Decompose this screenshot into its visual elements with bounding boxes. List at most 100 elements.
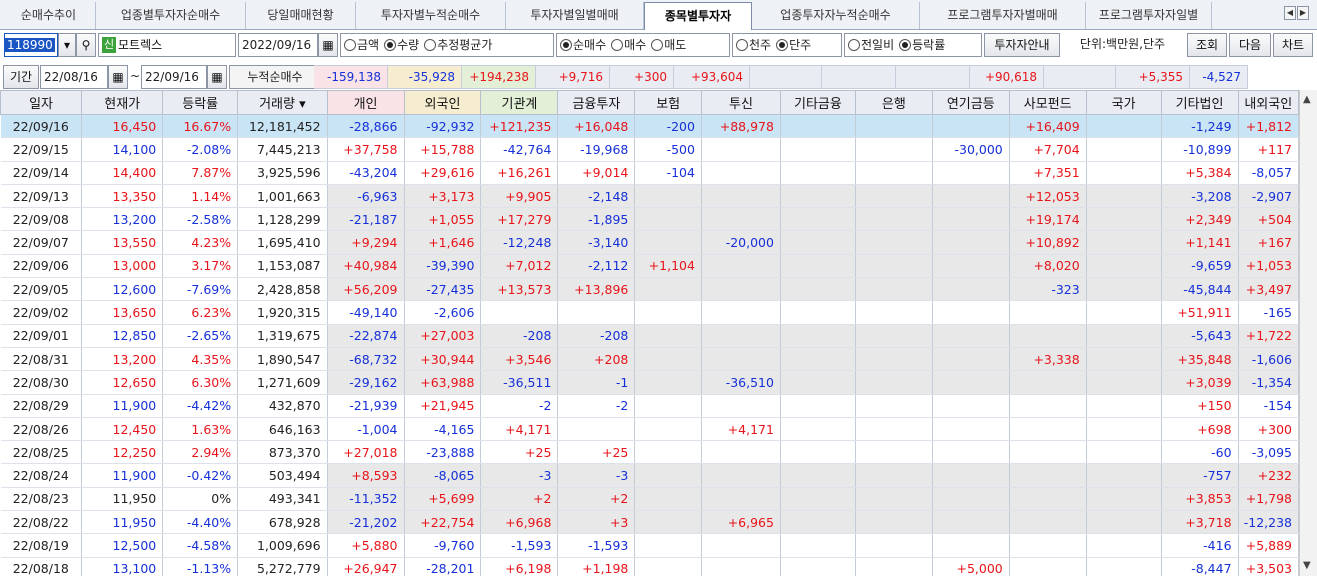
- column-header[interactable]: 기타금융: [779, 90, 856, 115]
- query-button[interactable]: 조회: [1187, 33, 1227, 57]
- tab-0[interactable]: 순매수추이: [2, 2, 96, 29]
- table-row[interactable]: 22/08/22 11,950 -4.40% 678,928 -21,202 +22,75…: [0, 510, 1300, 535]
- table-cell: [932, 230, 1010, 255]
- column-header[interactable]: 연기금등: [931, 90, 1010, 115]
- column-header[interactable]: 기타법인: [1160, 90, 1239, 115]
- column-header[interactable]: 기관계: [480, 90, 559, 115]
- calendar-icon[interactable]: ▦: [108, 65, 128, 89]
- column-header[interactable]: 보험: [634, 90, 702, 115]
- table-cell: [855, 510, 933, 535]
- column-header[interactable]: 국가: [1085, 90, 1162, 115]
- column-header[interactable]: 은행: [854, 90, 933, 115]
- column-header[interactable]: 일자: [0, 90, 83, 115]
- table-row[interactable]: 22/09/02 13,650 6.23% 1,920,315 -49,140 -2,60…: [0, 300, 1300, 325]
- calendar-button[interactable]: ▦: [318, 33, 338, 57]
- radio-group4-0[interactable]: [848, 39, 860, 51]
- table-cell: 22/09/16: [0, 114, 83, 139]
- search-button[interactable]: ⚲: [76, 33, 96, 57]
- table-cell: [855, 254, 933, 279]
- code-dropdown-button[interactable]: ▾: [58, 33, 76, 57]
- tab-6[interactable]: 업종투자자누적순매수: [752, 2, 920, 29]
- radio-group1-2[interactable]: [424, 39, 437, 51]
- column-header[interactable]: 투신: [700, 90, 781, 115]
- column-header[interactable]: 거래량 ▾: [237, 90, 328, 115]
- scroll-up-icon[interactable]: ▲: [1303, 94, 1311, 105]
- date-input[interactable]: 2022/09/16: [238, 33, 318, 57]
- table-cell: [780, 184, 856, 209]
- column-header[interactable]: 사모펀드: [1008, 90, 1087, 115]
- table-cell: [855, 533, 933, 558]
- table-row[interactable]: 22/08/24 11,900 -0.42% 503,494 +8,593 -8,065-…: [0, 463, 1300, 488]
- table-cell: [701, 487, 781, 512]
- stock-code-input[interactable]: 118990: [4, 33, 58, 57]
- chart-button[interactable]: 차트: [1273, 33, 1313, 57]
- table-cell: -3,208: [1161, 184, 1239, 209]
- tab-bar: 순매수추이 업종별투자자순매수 당일매매현황 투자자별누적순매수 투자자별일별매매 종목별…: [0, 0, 1317, 31]
- table-cell: [701, 440, 781, 465]
- table-cell: [855, 557, 933, 576]
- scroll-down-icon[interactable]: ▼: [1303, 560, 1311, 571]
- vertical-scrollbar[interactable]: ▲ ▼: [1299, 90, 1317, 576]
- table-row[interactable]: 22/09/05 12,600 -7.69% 2,428,858 +56,209 -27,…: [0, 277, 1300, 302]
- table-cell: +7,704: [1009, 137, 1087, 162]
- tab-5[interactable]: 종목별투자자: [644, 2, 752, 31]
- column-header[interactable]: 내외국인: [1237, 90, 1300, 115]
- table-cell: -42,764: [480, 137, 559, 162]
- table-row[interactable]: 22/09/07 13,550 4.23% 1,695,410 +9,294 +1,646…: [0, 230, 1300, 255]
- table-row[interactable]: 22/09/08 13,200 -2.58% 1,128,299 -21,187 +1,0…: [0, 207, 1300, 232]
- tab-3[interactable]: 투자자별누적순매수: [356, 2, 506, 29]
- column-header[interactable]: 등락률: [162, 90, 239, 115]
- table-row[interactable]: 22/09/14 14,400 7.87% 3,925,596 -43,204 +29,6…: [0, 161, 1300, 185]
- radio-group2-2[interactable]: [651, 39, 664, 51]
- radio-group1-0[interactable]: [344, 39, 356, 51]
- table-row[interactable]: 22/09/13 13,350 1.14% 1,001,663 -6,963 +3,173…: [0, 184, 1300, 209]
- table-row[interactable]: 22/09/15 14,100 -2.08% 7,445,213 +37,758 +15,…: [0, 137, 1300, 162]
- table-row[interactable]: 22/09/06 13,000 3.17% 1,153,087 +40,984 -39,3…: [0, 254, 1300, 279]
- table-cell: 5,272,779: [237, 557, 328, 576]
- column-header[interactable]: 외국인: [403, 90, 482, 115]
- tab-8[interactable]: 프로그램투자자일별: [1086, 2, 1212, 29]
- calendar-icon[interactable]: ▦: [207, 65, 227, 89]
- tab-2[interactable]: 당일매매현황: [246, 2, 356, 29]
- table-row[interactable]: 22/08/19 12,500 -4.58% 1,009,696 +5,880 -9,76…: [0, 533, 1300, 558]
- table-row[interactable]: 22/08/23 11,950 0% 493,341 -11,352 +5,699 +2 +2…: [0, 487, 1300, 512]
- radio-group4-1[interactable]: [899, 39, 912, 51]
- next-button[interactable]: 다음: [1229, 33, 1271, 57]
- table-cell: [780, 324, 856, 348]
- volume-dropdown-icon[interactable]: ▾: [295, 97, 306, 112]
- table-cell: +232: [1238, 463, 1300, 488]
- tab-7[interactable]: 프로그램투자자별매매: [920, 2, 1086, 29]
- table-cell: [932, 184, 1010, 209]
- table-row[interactable]: 22/08/26 12,450 1.63% 646,163 -1,004 -4,165 +4…: [0, 417, 1300, 442]
- table-cell: -3,140: [557, 230, 636, 255]
- table-cell: [780, 394, 856, 418]
- table-row[interactable]: 22/09/01 12,850 -2.65% 1,319,675 -22,874 +27,…: [0, 324, 1300, 348]
- tab-1[interactable]: 업종별투자자순매수: [96, 2, 246, 29]
- period-from-input[interactable]: 22/08/16: [40, 65, 108, 89]
- column-header[interactable]: 개인: [326, 90, 405, 115]
- table-row[interactable]: 22/08/31 13,200 4.35% 1,890,547 -68,732 +30,9…: [0, 347, 1300, 372]
- radio-group2-0[interactable]: [560, 39, 572, 51]
- column-header-label: 내외국인: [1244, 97, 1293, 112]
- period-to-input[interactable]: 22/09/16: [141, 65, 207, 89]
- table-row[interactable]: 22/08/25 12,250 2.94% 873,370 +27,018 -23,888…: [0, 440, 1300, 465]
- radio-label: 등락률: [912, 38, 946, 52]
- tab-scroll-left-icon[interactable]: ◀: [1284, 6, 1296, 20]
- column-header-label: 기타금융: [793, 97, 842, 112]
- tab-scroll-right-icon[interactable]: ▶: [1297, 6, 1309, 20]
- column-header[interactable]: 금융투자: [557, 90, 636, 115]
- column-header[interactable]: 현재가: [81, 90, 164, 115]
- table-row[interactable]: 22/08/18 13,100 -1.13% 5,272,779 +26,947 -28,…: [0, 557, 1300, 576]
- table-cell: -416: [1161, 533, 1239, 558]
- radio-group2-1[interactable]: [611, 39, 624, 51]
- radio-group3-1[interactable]: [776, 39, 789, 51]
- table-row[interactable]: 22/09/16 16,450 16.67% 12,181,452 -28,866 -92…: [0, 114, 1300, 139]
- radio-group3-0[interactable]: [736, 39, 748, 51]
- table-cell: 12,650: [81, 370, 164, 395]
- radio-group1-1[interactable]: [384, 39, 397, 51]
- investor-info-button[interactable]: 투자자안내: [984, 33, 1060, 57]
- table-row[interactable]: 22/08/29 11,900 -4.42% 432,870 -21,939 +21,94…: [0, 394, 1300, 418]
- table-row[interactable]: 22/08/30 12,650 6.30% 1,271,609 -29,162 +63,9…: [0, 370, 1300, 395]
- tab-4[interactable]: 투자자별일별매매: [506, 2, 644, 29]
- share-unit-radio-group: 천주 단주: [732, 33, 842, 57]
